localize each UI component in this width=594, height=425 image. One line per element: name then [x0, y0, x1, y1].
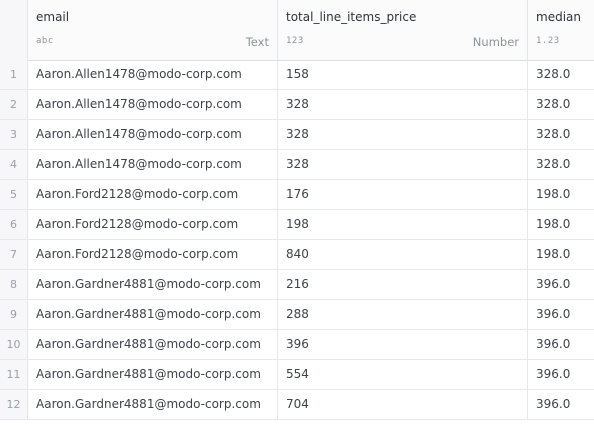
email-cell[interactable]: Aaron.Ford2128@modo-corp.com — [28, 180, 278, 209]
column-title: total_line_items_price — [286, 10, 417, 24]
median-cell[interactable]: 328.0 — [528, 90, 594, 119]
email-cell[interactable]: Aaron.Allen1478@modo-corp.com — [28, 90, 278, 119]
median-cell[interactable]: 198.0 — [528, 210, 594, 239]
email-cell[interactable]: Aaron.Gardner4881@modo-corp.com — [28, 390, 278, 419]
table-row[interactable]: 2 Aaron.Allen1478@modo-corp.com 328 328.0 — [0, 90, 594, 120]
total-line-items-price-cell[interactable]: 288 — [278, 300, 528, 329]
email-cell[interactable]: Aaron.Gardner4881@modo-corp.com — [28, 360, 278, 389]
median-cell[interactable]: 396.0 — [528, 360, 594, 389]
total-line-items-price-cell[interactable]: 328 — [278, 120, 528, 149]
email-cell[interactable]: Aaron.Gardner4881@modo-corp.com — [28, 300, 278, 329]
table-row[interactable]: 7 Aaron.Ford2128@modo-corp.com 840 198.0 — [0, 240, 594, 270]
number-type-icon: 123 — [286, 36, 304, 46]
total-line-items-price-cell[interactable]: 328 — [278, 90, 528, 119]
total-line-items-price-cell[interactable]: 704 — [278, 390, 528, 419]
text-type-icon: abc — [36, 36, 54, 46]
total-line-items-price-cell[interactable]: 396 — [278, 330, 528, 359]
row-number: 8 — [0, 270, 28, 299]
table-body: 1 Aaron.Allen1478@modo-corp.com 158 328.0 2 A… — [0, 60, 594, 420]
row-number: 10 — [0, 330, 28, 359]
table-row[interactable]: 4 Aaron.Allen1478@modo-corp.com 328 328.0 — [0, 150, 594, 180]
column-type-label: Number — [472, 35, 519, 49]
median-cell[interactable]: 396.0 — [528, 330, 594, 359]
email-cell[interactable]: Aaron.Allen1478@modo-corp.com — [28, 60, 278, 89]
table-row[interactable]: 8 Aaron.Gardner4881@modo-corp.com 216 396.0 — [0, 270, 594, 300]
row-number: 5 — [0, 180, 28, 209]
median-cell[interactable]: 198.0 — [528, 240, 594, 269]
table-header: email abc Text total_line_items_price 12… — [0, 0, 594, 61]
column-header-total-line-items-price[interactable]: total_line_items_price 123 Number — [278, 0, 528, 60]
data-table: email abc Text total_line_items_price 12… — [0, 0, 594, 425]
table-row[interactable]: 1 Aaron.Allen1478@modo-corp.com 158 328.0 — [0, 60, 594, 90]
column-header-median[interactable]: median 1.23 — [528, 0, 594, 60]
total-line-items-price-cell[interactable]: 176 — [278, 180, 528, 209]
median-cell[interactable]: 396.0 — [528, 390, 594, 419]
total-line-items-price-cell[interactable]: 328 — [278, 150, 528, 179]
median-cell[interactable]: 328.0 — [528, 60, 594, 89]
email-cell[interactable]: Aaron.Gardner4881@modo-corp.com — [28, 330, 278, 359]
email-cell[interactable]: Aaron.Allen1478@modo-corp.com — [28, 150, 278, 179]
median-cell[interactable]: 198.0 — [528, 180, 594, 209]
row-number: 3 — [0, 120, 28, 149]
total-line-items-price-cell[interactable]: 216 — [278, 270, 528, 299]
median-cell[interactable]: 328.0 — [528, 150, 594, 179]
total-line-items-price-cell[interactable]: 198 — [278, 210, 528, 239]
table-row[interactable]: 11 Aaron.Gardner4881@modo-corp.com 554 396.… — [0, 360, 594, 390]
median-cell[interactable]: 328.0 — [528, 120, 594, 149]
email-cell[interactable]: Aaron.Ford2128@modo-corp.com — [28, 210, 278, 239]
column-type-label: Text — [245, 35, 269, 49]
row-number-header — [0, 0, 28, 60]
table-row[interactable]: 6 Aaron.Ford2128@modo-corp.com 198 198.0 — [0, 210, 594, 240]
row-number: 12 — [0, 390, 28, 419]
median-cell[interactable]: 396.0 — [528, 270, 594, 299]
table-row[interactable]: 5 Aaron.Ford2128@modo-corp.com 176 198.0 — [0, 180, 594, 210]
table-row[interactable]: 12 Aaron.Gardner4881@modo-corp.com 704 396.… — [0, 390, 594, 420]
total-line-items-price-cell[interactable]: 554 — [278, 360, 528, 389]
row-number: 6 — [0, 210, 28, 239]
table-row[interactable]: 10 Aaron.Gardner4881@modo-corp.com 396 396.… — [0, 330, 594, 360]
total-line-items-price-cell[interactable]: 840 — [278, 240, 528, 269]
email-cell[interactable]: Aaron.Gardner4881@modo-corp.com — [28, 270, 278, 299]
row-number: 7 — [0, 240, 28, 269]
column-title: median — [536, 10, 581, 24]
decimal-type-icon: 1.23 — [536, 36, 560, 46]
row-number: 4 — [0, 150, 28, 179]
email-cell[interactable]: Aaron.Ford2128@modo-corp.com — [28, 240, 278, 269]
table-row[interactable]: 9 Aaron.Gardner4881@modo-corp.com 288 396.0 — [0, 300, 594, 330]
email-cell[interactable]: Aaron.Allen1478@modo-corp.com — [28, 120, 278, 149]
median-cell[interactable]: 396.0 — [528, 300, 594, 329]
total-line-items-price-cell[interactable]: 158 — [278, 60, 528, 89]
column-header-email[interactable]: email abc Text — [28, 0, 278, 60]
row-number: 1 — [0, 60, 28, 89]
row-number: 2 — [0, 90, 28, 119]
table-row[interactable]: 3 Aaron.Allen1478@modo-corp.com 328 328.0 — [0, 120, 594, 150]
row-number: 9 — [0, 300, 28, 329]
row-number: 11 — [0, 360, 28, 389]
column-title: email — [36, 10, 70, 24]
